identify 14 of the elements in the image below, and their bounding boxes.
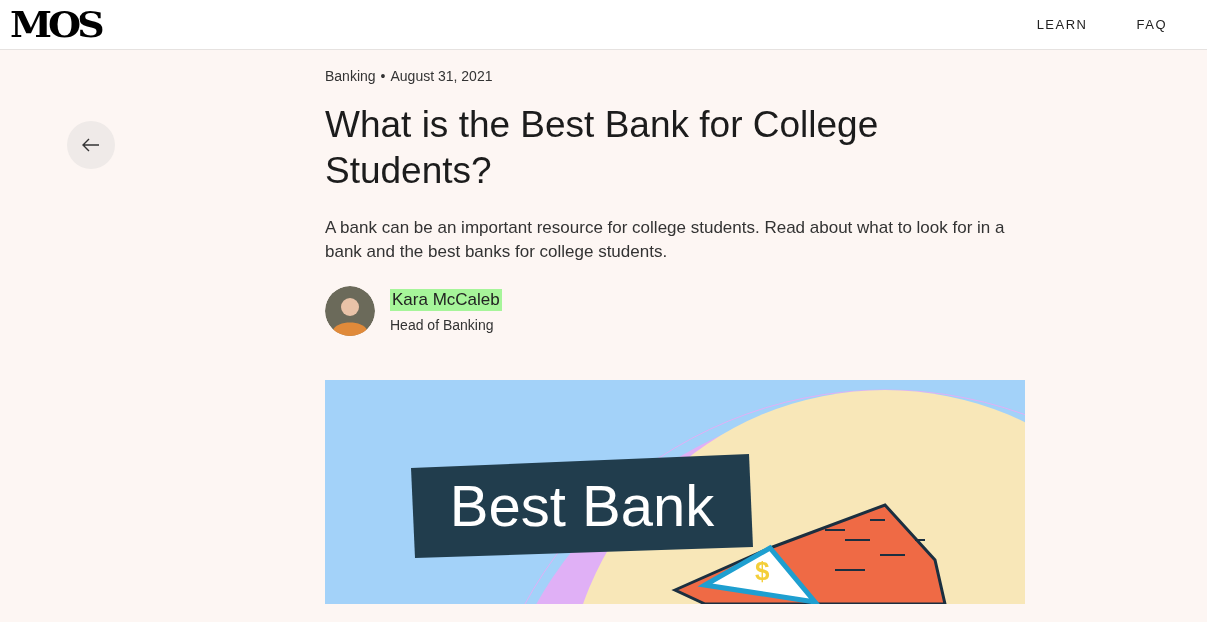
back-button[interactable] [67, 121, 115, 169]
category-link[interactable]: Banking [325, 68, 376, 84]
publish-date: August 31, 2021 [390, 68, 493, 84]
nav-link[interactable]: FAQ [1136, 17, 1167, 32]
separator-dot: • [380, 68, 386, 84]
bank-illustration: Best Bank $ [325, 380, 1025, 604]
site-logo[interactable]: MOS [10, 3, 101, 46]
article-title: What is the Best Bank for College Students? [325, 103, 880, 193]
back-arrow-icon [82, 138, 100, 152]
nav-link[interactable]: LEARN [1036, 17, 1088, 32]
author-avatar [325, 286, 375, 336]
author-name[interactable]: Kara McCaleb [390, 289, 502, 311]
author-role: Head of Banking [390, 317, 495, 333]
article-summary: A bank can be an important resource for college students. Read about what to look for in a bank and the best banks for college students. [325, 217, 1006, 263]
